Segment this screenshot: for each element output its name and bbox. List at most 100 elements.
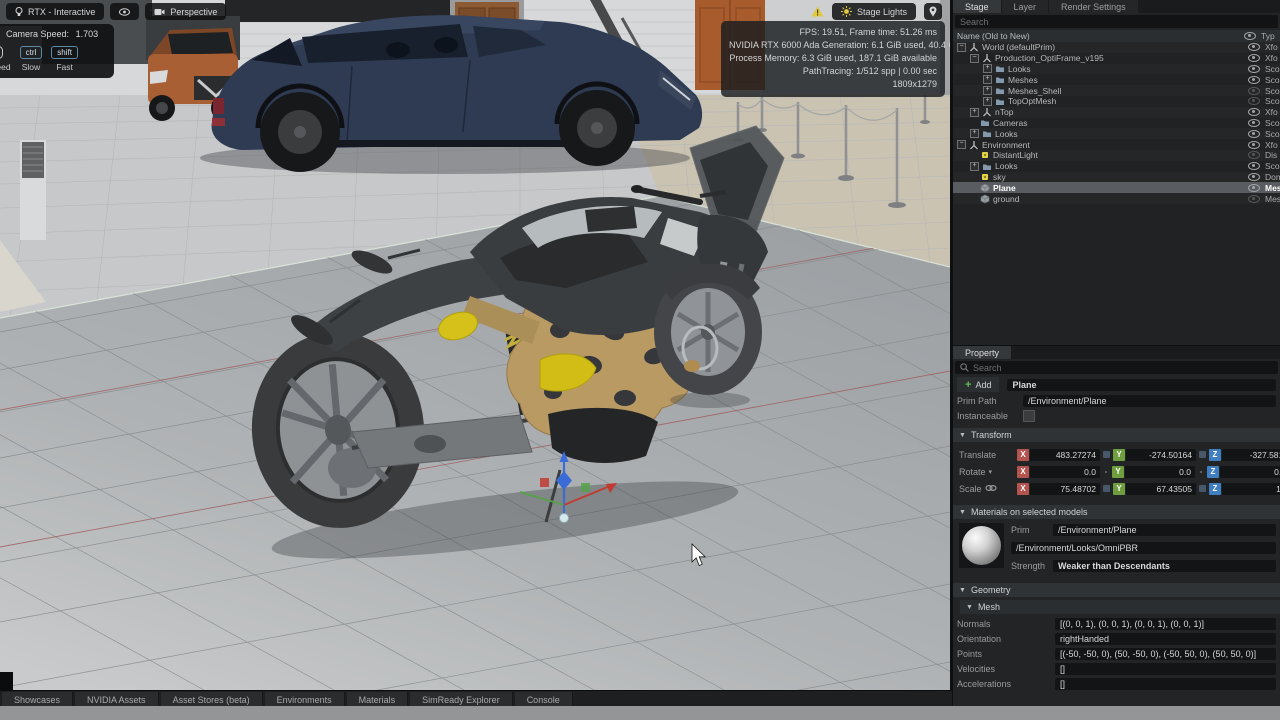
transform-rotate-x-input[interactable]: 0.0 <box>1030 466 1100 478</box>
waypoint-button[interactable] <box>924 3 942 20</box>
axis-link-toggle[interactable] <box>1199 451 1206 458</box>
visibility-eye-icon[interactable] <box>1248 65 1260 73</box>
stage-tree-row[interactable]: +LooksSco <box>953 161 1280 172</box>
transform-scale-y-input[interactable]: 67.43505 <box>1126 483 1196 495</box>
transform-translate-y-input[interactable]: -274.50164 <box>1126 449 1196 461</box>
name-column-header[interactable]: Name (Old to New) <box>957 31 1242 41</box>
expand-icon[interactable]: + <box>983 64 992 73</box>
geometry-points-field[interactable]: [(-50, -50, 0), (50, -50, 0), (-50, 50, … <box>1055 648 1276 660</box>
prim-path-field[interactable]: /Environment/Plane <box>1023 395 1276 407</box>
stage-tree-row[interactable]: +LooksSco <box>953 64 1280 75</box>
material-strength-dropdown[interactable]: Weaker than Descendants <box>1053 560 1276 572</box>
mesh-section-header[interactable]: ▼ Mesh <box>960 600 1280 614</box>
add-property-button[interactable]: + Add <box>957 377 999 392</box>
geometry-normals-field[interactable]: [(0, 0, 1), (0, 0, 1), (0, 0, 1), (0, 0,… <box>1055 618 1276 630</box>
instanceable-checkbox[interactable] <box>1023 410 1035 422</box>
tab-stage[interactable]: Stage <box>953 0 1001 13</box>
stage-tree-row[interactable]: +nTopXfo <box>953 107 1280 118</box>
tab-property[interactable]: Property <box>953 346 1011 359</box>
bottom-tab-simready-explorer[interactable]: SimReady Explorer <box>410 692 513 707</box>
expand-icon[interactable]: + <box>983 86 992 95</box>
material-prim-field[interactable]: /Environment/Plane <box>1053 524 1276 536</box>
visibility-eye-icon[interactable] <box>1248 162 1260 170</box>
bottom-tab-nvidia-assets[interactable]: NVIDIA Assets <box>75 692 159 707</box>
stage-tree-row[interactable]: DistantLightDis <box>953 150 1280 161</box>
transform-scale-z-input[interactable]: 1.0 <box>1222 483 1280 495</box>
expand-icon[interactable]: + <box>983 97 992 106</box>
stage-tree-row[interactable]: −World (defaultPrim)Xfo <box>953 42 1280 53</box>
stage-tree-row[interactable]: CamerasSco <box>953 118 1280 129</box>
bottom-tab-environments[interactable]: Environments <box>265 692 345 707</box>
visibility-eye-icon[interactable] <box>1248 54 1260 62</box>
tab-layer[interactable]: Layer <box>1002 0 1049 13</box>
transform-section-header[interactable]: ▼ Transform <box>953 428 1280 442</box>
property-search[interactable] <box>955 361 1278 374</box>
camera-projection-button[interactable]: Perspective <box>145 3 226 20</box>
stage-column-header[interactable]: Name (Old to New) Typ <box>953 30 1280 42</box>
prim-name-field[interactable]: Plane <box>1007 379 1276 391</box>
warning-icon[interactable] <box>811 6 824 17</box>
stage-tree-row[interactable]: skyDom <box>953 172 1280 183</box>
visibility-eye-icon[interactable] <box>1248 119 1260 127</box>
dropdown-caret-icon[interactable]: ▾ <box>989 468 993 476</box>
axis-link-toggle[interactable] <box>1103 451 1110 458</box>
stage-tree-row[interactable]: PlaneMes <box>953 182 1280 193</box>
visibility-eye-icon[interactable] <box>1248 108 1260 116</box>
visibility-menu-button[interactable] <box>110 3 139 20</box>
stage-tree-row[interactable]: +LooksSco <box>953 128 1280 139</box>
collapse-icon[interactable]: − <box>970 54 979 63</box>
stage-tree-row[interactable]: −EnvironmentXfo <box>953 139 1280 150</box>
geometry-orientation-field[interactable]: rightHanded <box>1055 633 1276 645</box>
material-thumbnail[interactable] <box>959 523 1004 568</box>
folder-icon <box>982 129 992 139</box>
transform-translate-x-input[interactable]: 483.27274 <box>1030 449 1100 461</box>
visibility-eye-icon[interactable] <box>1248 195 1260 203</box>
visibility-eye-icon[interactable] <box>1248 87 1260 95</box>
viewport-3d[interactable]: RTX - Interactive Perspective Stage Ligh… <box>0 0 950 690</box>
visibility-eye-icon[interactable] <box>1248 141 1260 149</box>
visibility-eye-icon[interactable] <box>1248 151 1260 159</box>
tab-render-settings[interactable]: Render Settings <box>1049 0 1138 13</box>
expand-icon[interactable]: + <box>970 129 979 138</box>
renderer-button[interactable]: RTX - Interactive <box>6 3 104 20</box>
stage-search[interactable] <box>955 15 1278 28</box>
material-prim-label: Prim <box>1011 525 1053 535</box>
transform-rotate-y-input[interactable]: 0.0 <box>1125 466 1195 478</box>
axis-link-toggle[interactable] <box>1199 485 1206 492</box>
bottom-tab-asset-stores-beta-[interactable]: Asset Stores (beta) <box>161 692 263 707</box>
visibility-eye-icon[interactable] <box>1248 76 1260 84</box>
type-column-header[interactable]: Typ <box>1261 31 1276 41</box>
bottom-tab-showcases[interactable]: Showcases <box>2 692 73 707</box>
collapse-icon[interactable]: − <box>957 140 966 149</box>
stage-search-input[interactable] <box>960 16 1273 28</box>
stage-tree-row[interactable]: +Meshes_ShellSco <box>953 85 1280 96</box>
stage-tree-row[interactable]: groundMes <box>953 193 1280 204</box>
bottom-tab-materials[interactable]: Materials <box>347 692 409 707</box>
visibility-eye-icon[interactable] <box>1248 43 1260 51</box>
transform-rotate-z-input[interactable]: 0.0 <box>1220 466 1280 478</box>
material-path-field[interactable]: /Environment/Looks/OmniPBR <box>1011 542 1276 554</box>
axis-link-toggle[interactable] <box>1103 485 1110 492</box>
visibility-eye-icon[interactable] <box>1248 130 1260 138</box>
bottom-tab-console[interactable]: Console <box>515 692 573 707</box>
materials-section-header[interactable]: ▼ Materials on selected models <box>953 505 1280 519</box>
renderer-label: RTX - Interactive <box>28 7 95 17</box>
expand-icon[interactable]: + <box>970 108 979 117</box>
stage-lights-button[interactable]: Stage Lights <box>832 3 916 20</box>
geometry-accelerations-field[interactable]: [] <box>1055 678 1276 690</box>
scale-link-icon[interactable] <box>985 484 997 494</box>
transform-scale-x-input[interactable]: 75.48702 <box>1030 483 1100 495</box>
geometry-section-header[interactable]: ▼ Geometry <box>953 583 1280 597</box>
visibility-eye-icon[interactable] <box>1248 184 1260 192</box>
visibility-eye-icon[interactable] <box>1248 173 1260 181</box>
collapse-icon[interactable]: − <box>957 43 966 52</box>
transform-translate-z-input[interactable]: -327.5815 <box>1222 449 1280 461</box>
expand-icon[interactable]: + <box>970 162 979 171</box>
geometry-velocities-field[interactable]: [] <box>1055 663 1276 675</box>
stage-tree-row[interactable]: +TopOptMeshSco <box>953 96 1280 107</box>
stage-tree-row[interactable]: −Production_OptiFrame_v195Xfo <box>953 53 1280 64</box>
visibility-eye-icon[interactable] <box>1248 97 1260 105</box>
expand-icon[interactable]: + <box>983 75 992 84</box>
property-search-input[interactable] <box>973 362 1273 374</box>
stage-tree-row[interactable]: +MeshesSco <box>953 74 1280 85</box>
